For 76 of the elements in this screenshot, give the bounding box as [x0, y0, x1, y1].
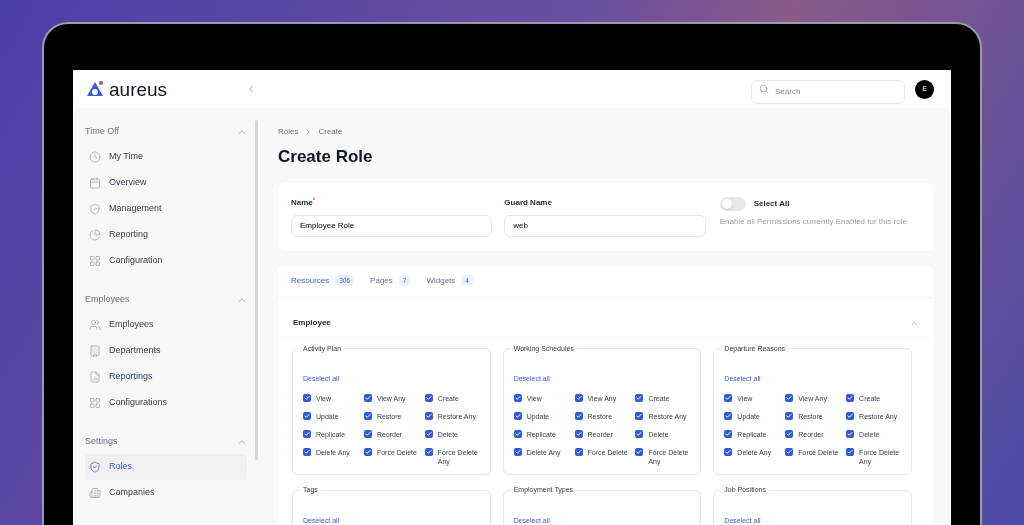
- grid-icon: [89, 255, 101, 267]
- sidebar-item[interactable]: Employees: [85, 312, 247, 338]
- section-title: Employee: [293, 317, 331, 329]
- sidebar-group-title: Employees: [85, 293, 130, 307]
- sidebar-item[interactable]: Companies: [85, 480, 247, 506]
- checkbox[interactable]: [785, 430, 794, 438]
- checkbox[interactable]: [303, 430, 311, 438]
- toggle-hint: Enable all Permissions currently Enabled for this role: [719, 215, 908, 228]
- checkbox[interactable]: [424, 394, 433, 402]
- checkbox[interactable]: [635, 394, 644, 402]
- sidebar-item[interactable]: Overview: [85, 170, 247, 196]
- sidebar-item[interactable]: My Time: [85, 144, 247, 170]
- logo-icon: [85, 79, 105, 99]
- checkbox[interactable]: [424, 412, 433, 420]
- breadcrumb-link[interactable]: Roles: [278, 126, 299, 138]
- checkbox[interactable]: [574, 430, 583, 438]
- checkbox[interactable]: [724, 430, 733, 438]
- toggle-label: Select All: [753, 197, 790, 210]
- checkbox[interactable]: [363, 448, 372, 456]
- checkbox[interactable]: [424, 430, 433, 438]
- checkbox[interactable]: [785, 412, 794, 420]
- checkbox[interactable]: [363, 430, 372, 438]
- checkbox[interactable]: [635, 430, 644, 438]
- checkbox[interactable]: [363, 412, 372, 420]
- checkbox[interactable]: [363, 394, 372, 402]
- checkbox[interactable]: [846, 430, 855, 438]
- toggle-switch[interactable]: [719, 196, 746, 211]
- checkbox[interactable]: [513, 430, 522, 438]
- checkbox[interactable]: [635, 412, 644, 420]
- calendar-icon: [89, 177, 101, 189]
- search-field[interactable]: Search: [751, 79, 905, 104]
- sidebar-item[interactable]: Roles: [85, 454, 247, 480]
- sidebar-group-title: Settings: [85, 435, 118, 449]
- pie-chart-icon: [89, 229, 101, 241]
- checkbox[interactable]: [303, 448, 311, 456]
- checkbox[interactable]: [574, 448, 583, 456]
- checkbox[interactable]: [846, 448, 855, 456]
- page-title: Create Role: [278, 146, 374, 168]
- checkbox[interactable]: [303, 412, 311, 420]
- checkbox[interactable]: [574, 412, 583, 420]
- checkbox[interactable]: [513, 394, 522, 402]
- grid-icon: [89, 397, 101, 409]
- sidebar-item[interactable]: Configuration: [85, 248, 247, 274]
- field-label: Name$^{*}$: [291, 196, 317, 209]
- checkbox[interactable]: [846, 394, 855, 402]
- checkbox[interactable]: [724, 412, 733, 420]
- checkbox[interactable]: [424, 448, 433, 456]
- sidebar-item[interactable]: Configurations: [85, 390, 247, 416]
- checkbox[interactable]: [513, 448, 522, 456]
- building-icon: [89, 487, 101, 499]
- field-label: Guard Name: [504, 196, 553, 209]
- name-input[interactable]: Employee Role: [291, 214, 493, 237]
- checkbox[interactable]: [303, 394, 311, 402]
- checkbox[interactable]: [724, 394, 733, 402]
- guard-name-input[interactable]: web: [504, 214, 706, 237]
- checkbox[interactable]: [846, 412, 855, 420]
- users-icon: [89, 319, 101, 331]
- checkbox[interactable]: [574, 394, 583, 402]
- document-chart-icon: [89, 371, 101, 383]
- sidebar-group-title: Time Off: [85, 125, 119, 139]
- clock-icon: [89, 151, 101, 163]
- sidebar-item[interactable]: Reporting: [85, 222, 247, 248]
- sidebar-item[interactable]: Management: [85, 196, 247, 222]
- checkbox[interactable]: [724, 448, 733, 456]
- checkbox[interactable]: [635, 448, 644, 456]
- shield-icon: [89, 203, 101, 215]
- checkbox[interactable]: [513, 412, 522, 420]
- sidebar-item[interactable]: Reportings: [85, 364, 247, 390]
- search-icon: [759, 84, 769, 94]
- sidebar-item[interactable]: Departments: [85, 338, 247, 364]
- brand-name: aureus: [109, 79, 168, 99]
- checkbox[interactable]: [785, 448, 794, 456]
- shield-icon: [89, 461, 101, 473]
- checkbox[interactable]: [785, 394, 794, 402]
- building-icon: [89, 345, 101, 357]
- breadcrumb-link[interactable]: Create: [318, 126, 343, 138]
